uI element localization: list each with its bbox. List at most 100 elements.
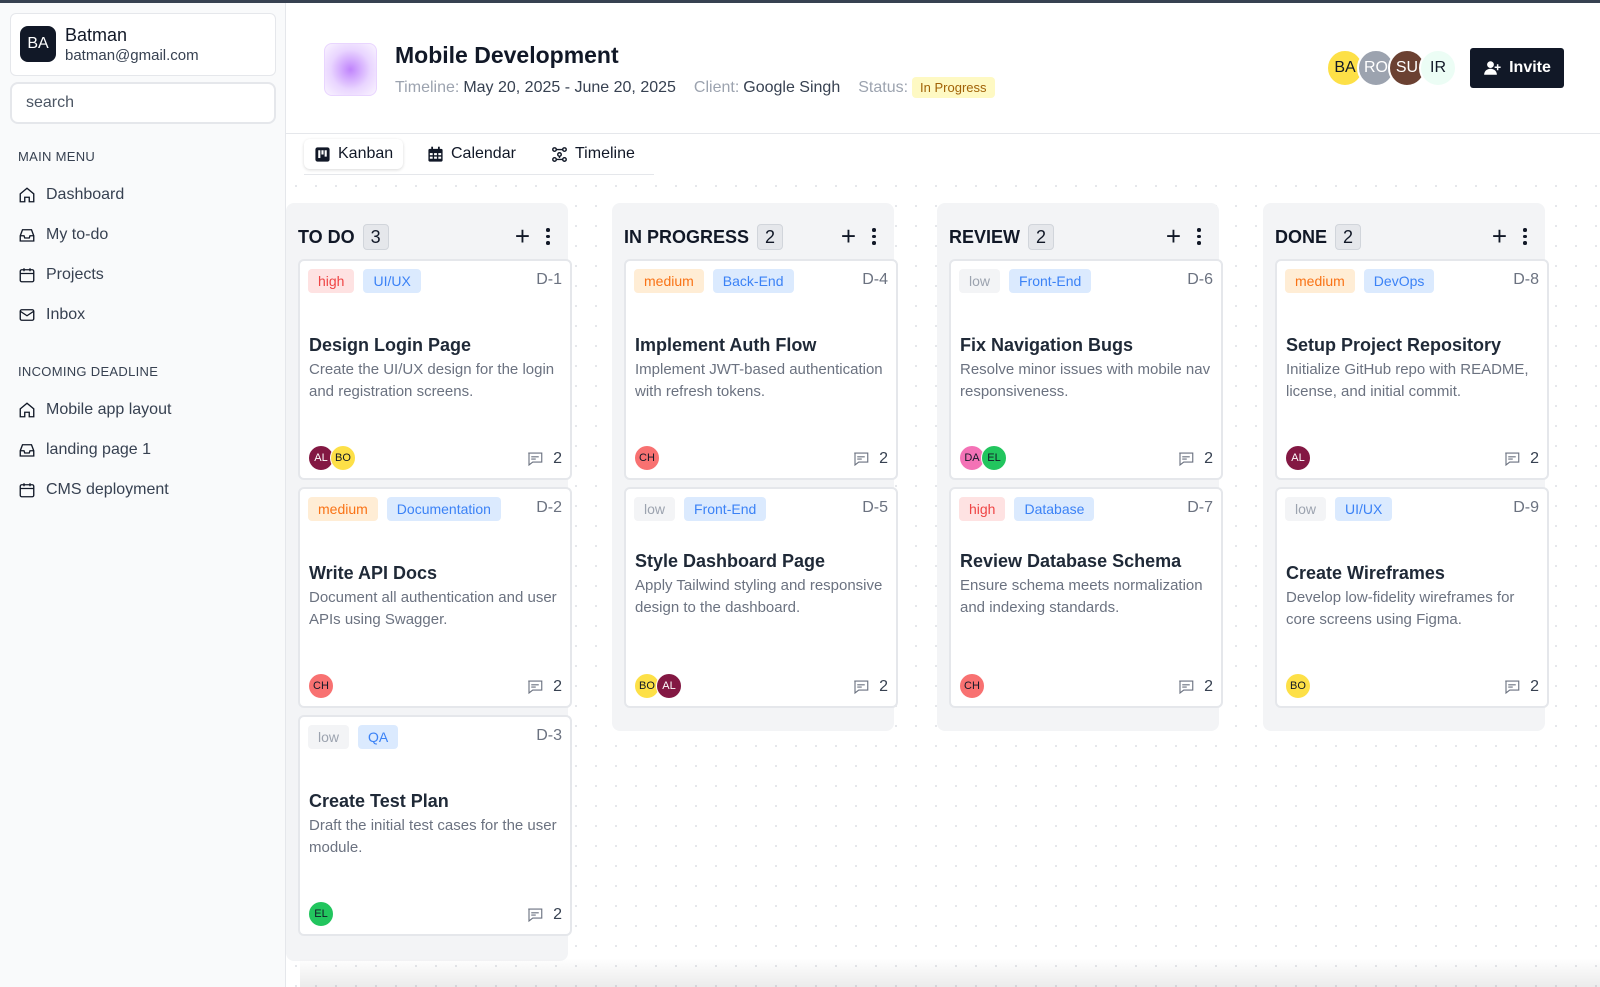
inbox-tray-icon: [19, 444, 35, 457]
column-count: 2: [1028, 224, 1055, 250]
comment-icon: [1179, 680, 1194, 695]
column-review: REVIEW 2 + low Front-End D-6 Fix Navigation Bu…: [937, 203, 1223, 731]
card-assignees: CH: [634, 445, 660, 471]
comment-count[interactable]: 2: [526, 678, 562, 696]
add-user-icon: [1484, 61, 1501, 75]
task-card[interactable]: high Database D-7 Review Database Schema Ens…: [949, 487, 1223, 708]
invite-button[interactable]: Invite: [1470, 48, 1564, 88]
assignee-avatar[interactable]: AL: [1285, 445, 1311, 471]
incoming-deadline-title: INCOMING DEADLINE: [18, 364, 159, 379]
card-title: Fix Navigation Bugs: [960, 335, 1134, 355]
deadline-item-landing-page-1[interactable]: landing page 1: [18, 436, 268, 464]
client-value: Google Singh: [743, 78, 841, 96]
comment-count[interactable]: 2: [1177, 450, 1213, 468]
more-options-icon[interactable]: [868, 225, 880, 249]
comment-icon: [528, 680, 543, 695]
comment-icon: [528, 908, 543, 923]
category-badge: Front-End: [684, 497, 767, 521]
comment-icon: [528, 452, 543, 467]
nav-item-label: Inbox: [46, 306, 86, 323]
assignee-avatar[interactable]: AL: [656, 673, 682, 699]
kanban-board: TO DO 3 + high UI/UX D-1 Design Login Page Crea…: [286, 176, 1600, 987]
category-badge: Back-End: [712, 269, 794, 293]
add-card-icon[interactable]: +: [1492, 223, 1507, 249]
kanban-icon: [315, 146, 330, 162]
add-card-icon[interactable]: +: [1166, 223, 1181, 249]
comment-count[interactable]: 2: [1503, 678, 1539, 696]
card-assignees: AL: [1285, 445, 1311, 471]
comment-count[interactable]: 2: [1503, 450, 1539, 468]
user-name: Batman: [65, 25, 128, 45]
user-avatar: BA: [20, 26, 56, 62]
more-options-icon[interactable]: [542, 225, 554, 249]
card-title: Design Login Page: [309, 335, 472, 355]
sidebar-item-projects[interactable]: Projects: [18, 261, 268, 289]
assignee-avatar[interactable]: BO: [330, 445, 356, 471]
more-options-icon[interactable]: [1193, 225, 1205, 249]
home-icon: [19, 402, 35, 418]
task-card[interactable]: medium Back-End D-4 Implement Auth Flow Impl…: [624, 259, 898, 480]
card-assignees: EL: [308, 901, 334, 927]
task-card[interactable]: low Front-End D-5 Style Dashboard Page Apply…: [624, 487, 898, 708]
card-id: D-7: [1187, 499, 1213, 516]
assignee-avatar[interactable]: EL: [308, 901, 334, 927]
sidebar-item-my-to-do[interactable]: My to-do: [18, 221, 268, 249]
assignee-avatar[interactable]: CH: [308, 673, 334, 699]
search-input[interactable]: [12, 84, 274, 122]
comment-count[interactable]: 2: [526, 906, 562, 924]
column-to-do: TO DO 3 + high UI/UX D-1 Design Login Page Crea…: [286, 203, 572, 961]
comment-count-value: 2: [879, 450, 888, 467]
more-options-icon[interactable]: [1519, 225, 1531, 249]
add-card-icon[interactable]: +: [841, 223, 856, 249]
card-tags: medium DevOps: [1285, 269, 1435, 293]
column-in-progress: IN PROGRESS 2 + medium Back-End D-4 Implement …: [612, 203, 898, 731]
comment-count-value: 2: [1530, 450, 1539, 467]
sidebar-item-dashboard[interactable]: Dashboard: [18, 181, 268, 209]
member-avatar[interactable]: IR: [1419, 49, 1457, 87]
comment-count[interactable]: 2: [852, 450, 888, 468]
comment-count[interactable]: 2: [1177, 678, 1213, 696]
user-profile-card[interactable]: BA Batman batman@gmail.com: [10, 13, 276, 76]
column-count: 3: [362, 224, 389, 250]
bottom-shadow: [300, 958, 1600, 987]
card-tags: medium Documentation: [308, 497, 501, 521]
priority-badge: low: [634, 497, 676, 521]
priority-badge: low: [308, 725, 350, 749]
assignee-avatar[interactable]: BO: [1285, 673, 1311, 699]
member-avatars[interactable]: BA RO SU IR: [1326, 49, 1457, 87]
task-card[interactable]: low QA D-3 Create Test Plan Draft the initia…: [298, 715, 572, 936]
priority-badge: medium: [308, 497, 378, 521]
tab-kanban[interactable]: Kanban: [304, 139, 404, 169]
project-meta: Timeline: May 20, 2025 - June 20, 2025 C…: [395, 77, 995, 98]
task-card[interactable]: medium Documentation D-2 Write API Docs Docu…: [298, 487, 572, 708]
tab-timeline[interactable]: Timeline: [541, 139, 645, 169]
tab-calendar[interactable]: Calendar: [417, 139, 526, 169]
invite-label: Invite: [1509, 59, 1551, 76]
comment-count-value: 2: [1530, 678, 1539, 695]
comment-count[interactable]: 2: [526, 450, 562, 468]
priority-badge: high: [959, 497, 1006, 521]
add-card-icon[interactable]: +: [515, 223, 530, 249]
task-card[interactable]: high UI/UX D-1 Design Login Page Create the …: [298, 259, 572, 480]
comment-count[interactable]: 2: [852, 678, 888, 696]
task-card[interactable]: medium DevOps D-8 Setup Project Repository I…: [1275, 259, 1549, 480]
comment-count-value: 2: [553, 450, 562, 467]
comment-icon: [854, 452, 869, 467]
priority-badge: medium: [1285, 269, 1355, 293]
column-count: 2: [757, 224, 784, 250]
task-card[interactable]: low Front-End D-6 Fix Navigation Bugs Resolv…: [949, 259, 1223, 480]
deadline-item-cms-deployment[interactable]: CMS deployment: [18, 476, 268, 504]
sidebar-item-inbox[interactable]: Inbox: [18, 301, 268, 329]
card-tags: low Front-End: [634, 497, 767, 521]
client-label: Client:: [693, 78, 740, 96]
tab-timeline-label: Timeline: [575, 145, 635, 162]
card-assignees: BO: [1285, 673, 1311, 699]
search-field[interactable]: [10, 82, 276, 124]
assignee-avatar[interactable]: EL: [981, 445, 1007, 471]
deadline-item-mobile-app-layout[interactable]: Mobile app layout: [18, 396, 268, 424]
assignee-avatar[interactable]: CH: [959, 673, 985, 699]
task-card[interactable]: low UI/UX D-9 Create Wireframes Develop low-…: [1275, 487, 1549, 708]
card-assignees: CH: [959, 673, 985, 699]
assignee-avatar[interactable]: CH: [634, 445, 660, 471]
column-count: 2: [1335, 224, 1362, 250]
